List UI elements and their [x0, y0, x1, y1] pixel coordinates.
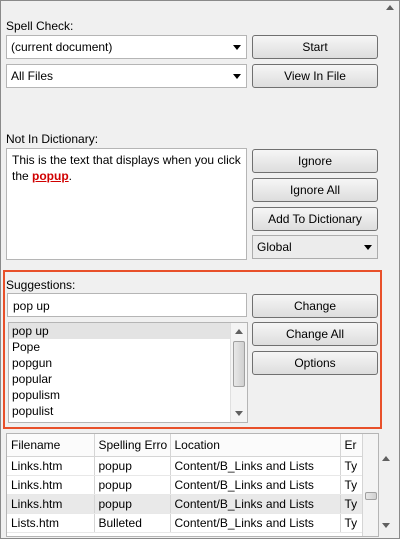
cell-filename: Links.htm: [7, 456, 95, 476]
table-row[interactable]: Links.htm popup Content/B_Links and List…: [7, 494, 363, 514]
view-in-file-button[interactable]: View In File: [252, 64, 378, 88]
cell-error-type: Ty: [340, 475, 363, 495]
results-grid[interactable]: Filename Spelling Erro Location Er Links…: [6, 433, 379, 537]
cell-error-type: Ty: [340, 513, 363, 533]
scroll-up-icon[interactable]: [382, 456, 390, 461]
scope-dropdown[interactable]: (current document): [6, 35, 247, 59]
results-scrollbar[interactable]: [362, 434, 378, 536]
scroll-up-icon[interactable]: [235, 329, 243, 334]
chevron-down-icon: [233, 45, 241, 50]
column-header-spelling-error[interactable]: Spelling Erro: [94, 434, 171, 457]
scroll-thumb[interactable]: [365, 492, 377, 500]
chevron-down-icon: [364, 245, 372, 250]
cell-location: Content/B_Links and Lists: [170, 513, 341, 533]
suggestion-input[interactable]: pop up: [7, 293, 247, 317]
suggestion-item[interactable]: popular: [9, 371, 230, 387]
ignore-all-button[interactable]: Ignore All: [252, 178, 378, 202]
cell-location: Content/B_Links and Lists: [170, 494, 341, 514]
scroll-down-icon[interactable]: [382, 523, 390, 528]
misspelled-word: popup: [32, 169, 69, 183]
cell-filename: Lists.htm: [7, 513, 95, 533]
change-all-button[interactable]: Change All: [252, 322, 378, 346]
suggestions-scrollbar[interactable]: [230, 323, 247, 422]
suggestions-label: Suggestions:: [6, 278, 76, 292]
column-header-location[interactable]: Location: [170, 434, 341, 457]
spell-check-panel: Spell Check: (current document) Start Al…: [0, 0, 400, 539]
dictionary-dropdown-value: Global: [257, 240, 292, 254]
table-row[interactable]: Links.htm popup Content/B_Links and List…: [7, 475, 363, 495]
suggestions-list[interactable]: pop up Pope popgun popular populism popu…: [8, 322, 248, 423]
suggestion-item[interactable]: populist: [9, 403, 230, 419]
chevron-down-icon: [233, 74, 241, 79]
files-dropdown[interactable]: All Files: [6, 64, 247, 88]
table-row[interactable]: Lists.htm Bulleted Content/B_Links and L…: [7, 513, 363, 533]
scroll-up-icon[interactable]: [386, 5, 394, 10]
context-text-after: .: [68, 169, 73, 183]
cell-filename: Links.htm: [7, 475, 95, 495]
cell-spelling-error: popup: [94, 475, 171, 495]
cell-location: Content/B_Links and Lists: [170, 475, 341, 495]
scope-dropdown-value: (current document): [11, 40, 113, 54]
scroll-thumb[interactable]: [233, 341, 245, 387]
suggestion-item[interactable]: Pope: [9, 339, 230, 355]
add-to-dictionary-button[interactable]: Add To Dictionary: [252, 207, 378, 231]
suggestion-item[interactable]: popgun: [9, 355, 230, 371]
dictionary-dropdown[interactable]: Global: [252, 235, 378, 259]
not-in-dictionary-label: Not In Dictionary:: [6, 132, 99, 146]
spell-check-label: Spell Check:: [6, 19, 74, 33]
cell-error-type: Ty: [340, 494, 363, 514]
files-dropdown-value: All Files: [11, 69, 54, 83]
cell-spelling-error: Bulleted: [94, 513, 171, 533]
cell-spelling-error: popup: [94, 456, 171, 476]
suggestion-item[interactable]: pop up: [9, 323, 230, 339]
start-button[interactable]: Start: [252, 35, 378, 59]
ignore-button[interactable]: Ignore: [252, 149, 378, 173]
cell-error-type: Ty: [340, 456, 363, 476]
change-button[interactable]: Change: [252, 294, 378, 318]
scroll-down-icon[interactable]: [235, 411, 243, 416]
cell-spelling-error: popup: [94, 494, 171, 514]
column-header-error-type[interactable]: Er: [340, 434, 363, 457]
not-in-dictionary-text[interactable]: This is the text that displays when you …: [6, 148, 247, 260]
cell-filename: Links.htm: [7, 494, 95, 514]
suggestion-item[interactable]: populism: [9, 387, 230, 403]
table-row[interactable]: Links.htm popup Content/B_Links and List…: [7, 456, 363, 476]
column-header-filename[interactable]: Filename: [7, 434, 95, 457]
cell-location: Content/B_Links and Lists: [170, 456, 341, 476]
options-button[interactable]: Options: [252, 351, 378, 375]
